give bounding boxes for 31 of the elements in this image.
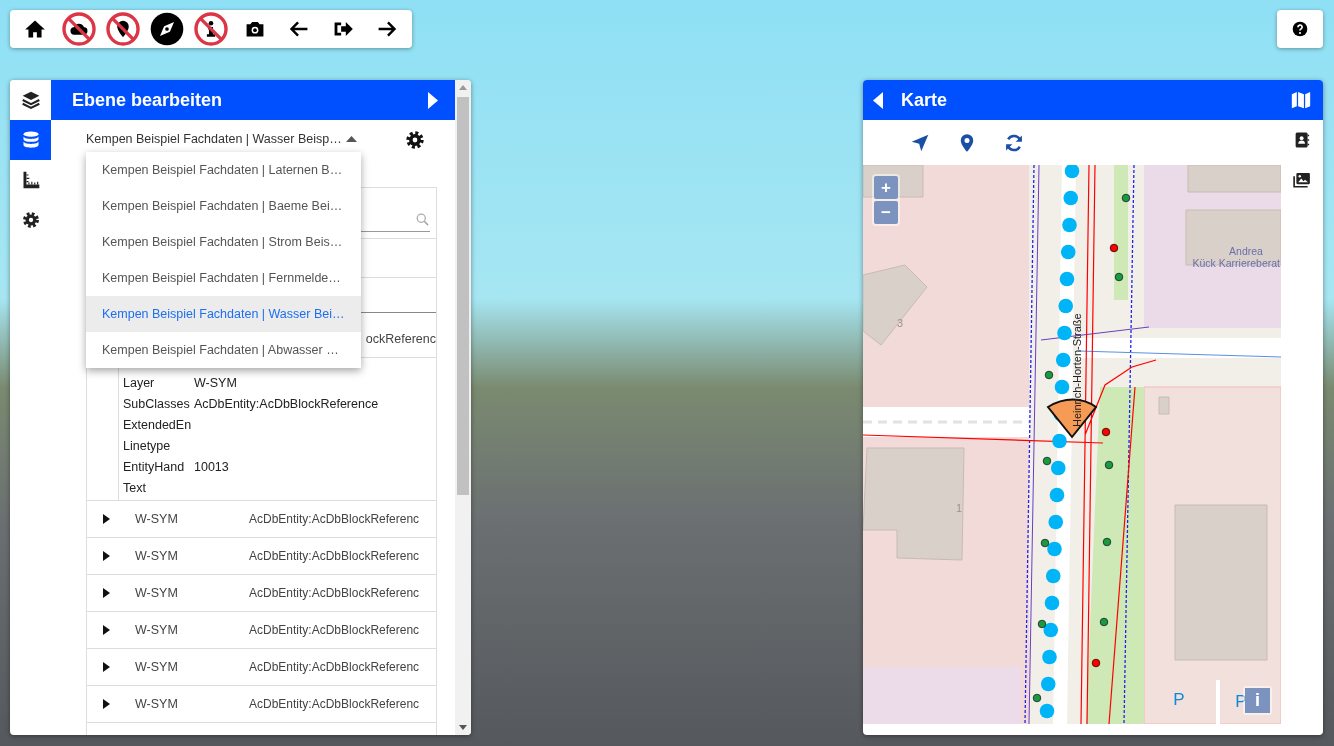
table-cell-text: W-SYM bbox=[135, 697, 179, 711]
table-cell-text: W-SYM bbox=[135, 512, 179, 526]
table-cell: AcDbEntity:AcDbBlockReferenc bbox=[249, 660, 420, 674]
attribute-value: 10013 bbox=[194, 459, 229, 474]
panel-title: Karte bbox=[901, 89, 949, 111]
attribute-name: ExtendedEn bbox=[123, 417, 193, 432]
poi-label: Kück Karriereberat bbox=[1192, 257, 1280, 269]
attribute-name: Layer bbox=[123, 375, 156, 390]
table-cell: AcDbEntity:AcDbBlockReferenc bbox=[249, 549, 420, 563]
table-cell: AcDbEntity:AcDbBlockReferenc bbox=[249, 623, 420, 637]
house-number-label: 1 bbox=[956, 502, 963, 514]
table-cell: AcDbEntity:AcDbBlockReferenc bbox=[249, 697, 420, 711]
street-label: Heinrich-Horten-Straße bbox=[1071, 313, 1083, 427]
table-cell: AcDbEntity:AcDbBlockReferenc bbox=[249, 586, 420, 600]
table-cell-text: W-SYM bbox=[135, 549, 179, 563]
attribute-name: SubClasses bbox=[123, 396, 191, 411]
table-cell-text: W-SYM bbox=[135, 623, 179, 637]
poi-label: Andrea bbox=[1229, 245, 1263, 257]
table-cell: ockReferenc bbox=[365, 332, 436, 346]
table-cell: AcDbEntity:AcDbBlockReferenc bbox=[249, 512, 420, 526]
attribute-name: Linetype bbox=[123, 438, 172, 453]
attribute-name: EntityHand bbox=[123, 459, 186, 474]
house-number-label: 3 bbox=[897, 317, 904, 329]
attribute-value: W-SYM bbox=[194, 375, 237, 390]
table-cell-text: W-SYM bbox=[135, 586, 179, 600]
attribute-name: Text bbox=[123, 480, 147, 495]
attribute-value: AcDbEntity:AcDbBlockReference bbox=[194, 396, 379, 411]
table-cell-text: W-SYM bbox=[135, 660, 179, 674]
parking-label: P bbox=[1235, 692, 1247, 711]
parking-label: P bbox=[1173, 690, 1185, 709]
panel-title: Ebene bearbeiten bbox=[72, 89, 223, 111]
